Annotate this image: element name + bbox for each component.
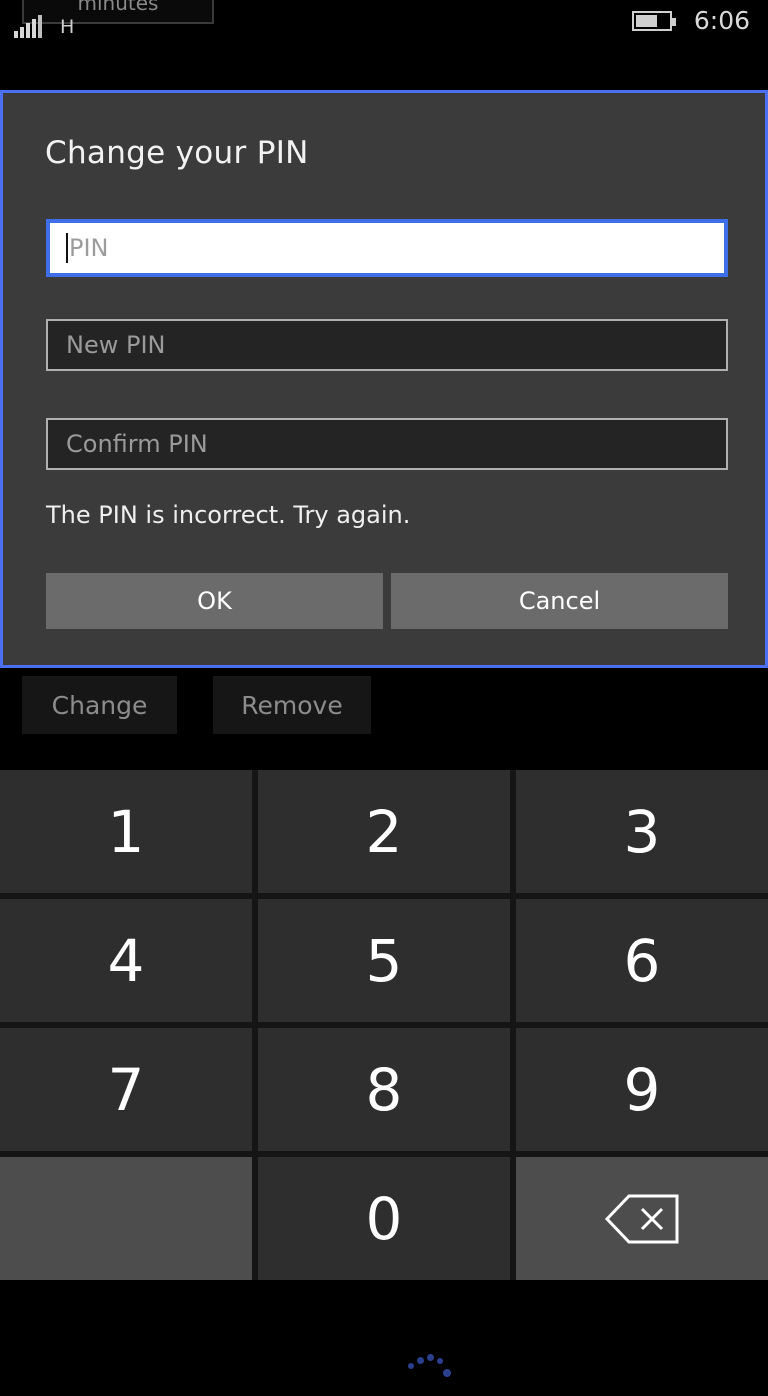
network-type-label: H: [60, 16, 75, 38]
cutoff-notification-text: minutes: [77, 0, 159, 15]
pin-input[interactable]: PIN: [46, 219, 728, 277]
key-4[interactable]: 4: [0, 899, 252, 1022]
key-8[interactable]: 8: [258, 1028, 510, 1151]
change-pin-dialog: Change your PIN PIN New PIN Confirm PIN …: [0, 90, 768, 668]
key-backspace[interactable]: [516, 1157, 768, 1280]
key-1[interactable]: 1: [0, 770, 252, 893]
signal-bars-icon: [14, 14, 42, 38]
confirm-pin-input-placeholder: Confirm PIN: [66, 430, 208, 458]
change-button[interactable]: Change: [22, 676, 177, 734]
status-bar-clock: 6:06: [693, 6, 750, 35]
new-pin-input-placeholder: New PIN: [66, 331, 166, 359]
key-5[interactable]: 5: [258, 899, 510, 1022]
numeric-keypad: 1 2 3 4 5 6 7 8 9 0: [0, 770, 768, 1280]
battery-fill: [635, 14, 658, 27]
key-9[interactable]: 9: [516, 1028, 768, 1151]
key-0[interactable]: 0: [258, 1157, 510, 1280]
confirm-pin-input[interactable]: Confirm PIN: [46, 418, 728, 470]
key-3[interactable]: 3: [516, 770, 768, 893]
key-blank[interactable]: [0, 1157, 252, 1280]
cancel-button[interactable]: Cancel: [391, 573, 728, 629]
error-message: The PIN is incorrect. Try again.: [46, 501, 411, 529]
remove-button[interactable]: Remove: [213, 676, 371, 734]
battery-icon: [631, 10, 676, 31]
new-pin-input[interactable]: New PIN: [46, 319, 728, 371]
backspace-icon: [604, 1194, 679, 1243]
text-caret: [66, 233, 68, 263]
key-2[interactable]: 2: [258, 770, 510, 893]
ok-button[interactable]: OK: [46, 573, 383, 629]
key-7[interactable]: 7: [0, 1028, 252, 1151]
key-6[interactable]: 6: [516, 899, 768, 1022]
status-bar-left: H: [14, 10, 75, 38]
status-bar: minutes H 6:06: [0, 0, 768, 88]
dialog-title: Change your PIN: [45, 135, 309, 171]
loading-spinner-icon: [400, 1340, 456, 1396]
pin-actions-row: Change Remove: [0, 668, 768, 1377]
status-bar-right: 6:06: [631, 6, 750, 35]
pin-input-placeholder: PIN: [69, 234, 109, 262]
